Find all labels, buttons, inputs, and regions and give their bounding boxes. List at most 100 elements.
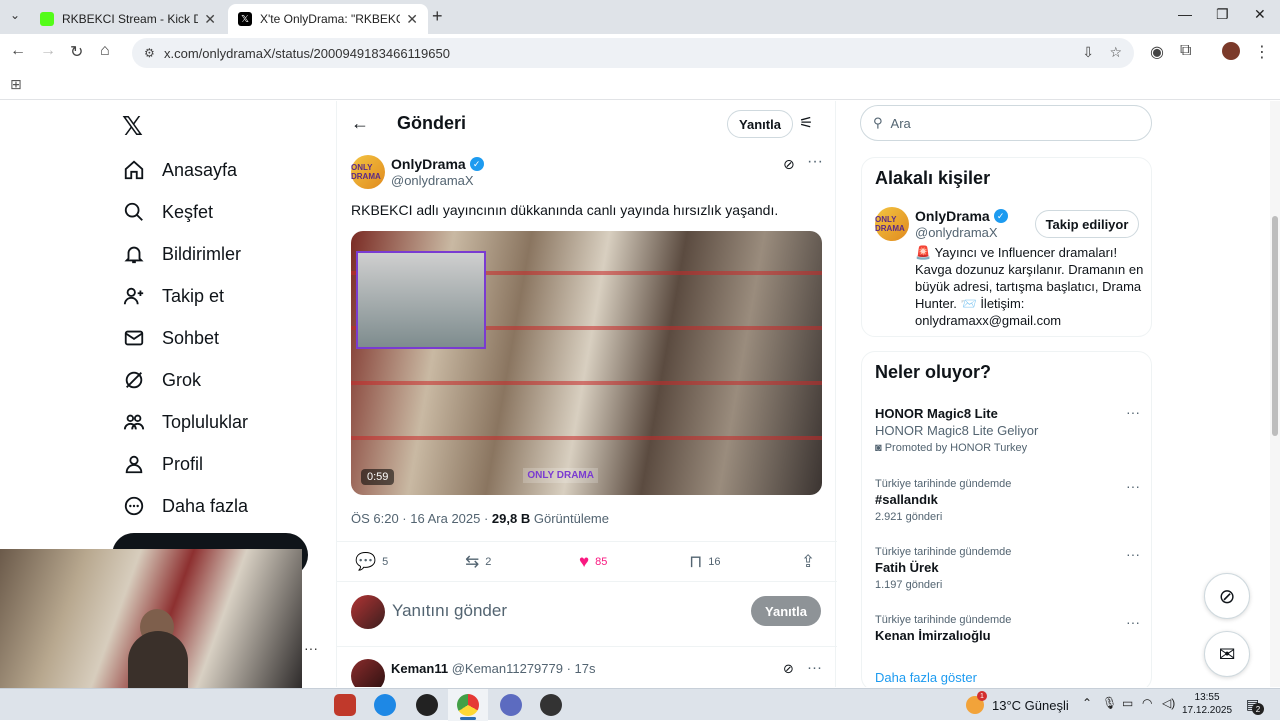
- nav-item-home[interactable]: Anasayfa: [122, 158, 237, 182]
- person-add-icon: [122, 284, 146, 308]
- more-options-icon[interactable]: ···: [304, 640, 318, 656]
- nav-item-explore[interactable]: Keşfet: [122, 200, 213, 224]
- nav-label: Bildirimler: [162, 243, 242, 264]
- reply-pill-button[interactable]: Yanıtla: [727, 110, 793, 138]
- person-name[interactable]: OnlyDrama ✓: [915, 208, 1008, 224]
- trend-name: HONOR Magic8 Lite: [875, 406, 998, 421]
- url-text[interactable]: x.com/onlydramaX/status/2000949183466119…: [164, 46, 450, 61]
- more-circle-icon: [122, 494, 146, 518]
- trend-item[interactable]: Türkiye tarihinde gündemde Kenan İmirzal…: [875, 614, 1140, 643]
- video-pip-overlay: [356, 251, 486, 349]
- filter-settings-icon[interactable]: ⚟: [799, 113, 813, 133]
- messages-floating-icon[interactable]: ✉: [1204, 631, 1250, 677]
- nav-item-communities[interactable]: Topluluklar: [122, 410, 248, 434]
- trend-item[interactable]: Türkiye tarihinde gündemde #sallandık 2.…: [875, 478, 1140, 523]
- trend-item[interactable]: Türkiye tarihinde gündemde Fatih Ürek 1.…: [875, 546, 1140, 591]
- discord-icon[interactable]: [500, 694, 522, 716]
- reply-input[interactable]: Yanıtını gönder: [392, 601, 507, 621]
- tab-x-post[interactable]: 𝕏 X'te OnlyDrama: "RKBEKCI adlı y ✕: [228, 4, 428, 34]
- more-options-icon[interactable]: ···: [1126, 614, 1140, 630]
- person-bio: 🚨 Yayıncı ve Influencer dramaları! Kavga…: [915, 245, 1144, 328]
- more-options-icon[interactable]: ···: [1126, 546, 1140, 562]
- nav-item-chat[interactable]: Sohbet: [122, 326, 219, 350]
- like-action[interactable]: ♥ 85: [579, 552, 607, 572]
- address-bar[interactable]: ⚙ x.com/onlydramaX/status/20009491834661…: [132, 38, 1134, 68]
- scrollbar-thumb[interactable]: [1272, 216, 1278, 436]
- search-input[interactable]: ⚲ Ara: [860, 105, 1152, 141]
- x-logo-icon[interactable]: 𝕏: [122, 111, 143, 142]
- author-avatar[interactable]: ONLY DRAMA: [351, 155, 385, 189]
- post-time[interactable]: ÖS 6:20 · 16 Ara 2025 ·: [351, 511, 492, 526]
- video-duration: 0:59: [361, 469, 395, 485]
- extension-icon[interactable]: ◉: [1150, 42, 1164, 62]
- edge-icon[interactable]: [374, 694, 396, 716]
- share-action[interactable]: ⇪: [801, 552, 821, 572]
- apps-grid-icon[interactable]: ⊞: [10, 76, 22, 93]
- trend-item[interactable]: HONOR Magic8 Lite HONOR Magic8 Lite Geli…: [875, 404, 1140, 454]
- repost-action[interactable]: ⇆ 2: [465, 552, 491, 572]
- bookmark-star-icon[interactable]: ☆: [1109, 44, 1122, 61]
- grok-explain-icon[interactable]: ⊘: [783, 156, 795, 173]
- show-more-link[interactable]: Daha fazla göster: [875, 670, 977, 685]
- profile-avatar[interactable]: [1222, 42, 1240, 60]
- more-options-icon[interactable]: ···: [807, 153, 823, 171]
- person-avatar[interactable]: ONLY DRAMA: [875, 207, 909, 241]
- home-icon[interactable]: ⌂: [100, 42, 110, 60]
- author-name[interactable]: OnlyDrama ✓: [391, 156, 484, 172]
- nav-item-more[interactable]: Daha fazla: [122, 494, 248, 518]
- app-icon[interactable]: [334, 694, 356, 716]
- volume-icon[interactable]: ◁): [1162, 696, 1175, 710]
- post-text: RKBEKCI adlı yayıncının dükkanında canlı…: [351, 202, 779, 218]
- battery-icon[interactable]: ▭: [1122, 696, 1133, 710]
- grok-explain-icon[interactable]: ⊘: [783, 661, 794, 677]
- nav-item-notifications[interactable]: Bildirimler: [122, 242, 241, 266]
- more-options-icon[interactable]: ···: [1126, 404, 1140, 420]
- close-icon[interactable]: ✕: [406, 11, 418, 28]
- author-handle[interactable]: @onlydramaX: [391, 173, 474, 188]
- microphone-icon[interactable]: 🎙: [1102, 696, 1117, 710]
- post-video[interactable]: ONLY DRAMA 0:59: [351, 231, 822, 495]
- tab-search-chevron-icon[interactable]: ⌄: [10, 8, 20, 22]
- divider: [337, 541, 837, 542]
- more-options-icon[interactable]: ···: [807, 659, 822, 676]
- following-button[interactable]: Takip ediliyor: [1035, 210, 1139, 238]
- reload-icon[interactable]: ↻: [70, 42, 83, 62]
- profile-icon: [122, 452, 146, 476]
- tray-chevron-icon[interactable]: ⌃: [1082, 696, 1092, 710]
- more-options-icon[interactable]: ···: [1126, 478, 1140, 494]
- close-icon[interactable]: ✕: [204, 11, 216, 28]
- person-handle[interactable]: @onlydramaX: [915, 225, 998, 240]
- reply-author[interactable]: Keman11 @Keman11279779 · 17s: [391, 661, 595, 676]
- site-info-icon[interactable]: ⚙: [144, 46, 160, 60]
- tab-kick-dashboard[interactable]: RKBEKCI Stream - Kick Dashboa ✕: [30, 4, 226, 34]
- obs-icon[interactable]: [416, 694, 438, 716]
- bookmark-action[interactable]: ⊓ 16: [689, 552, 721, 572]
- reply-avatar[interactable]: [351, 659, 385, 687]
- reply-action[interactable]: 💬 5: [355, 552, 388, 572]
- install-app-icon[interactable]: ⇩: [1082, 44, 1094, 61]
- search-placeholder: Ara: [890, 115, 911, 131]
- back-icon[interactable]: ←: [10, 42, 26, 60]
- streamer-body: [128, 631, 188, 690]
- wifi-icon[interactable]: ◠: [1142, 696, 1152, 710]
- system-clock[interactable]: 13:55 17.12.2025: [1182, 691, 1232, 717]
- page-title: Gönderi: [397, 113, 467, 133]
- nav-item-profile[interactable]: Profil: [122, 452, 203, 476]
- minimize-icon[interactable]: —: [1178, 6, 1192, 22]
- trend-name: Fatih Ürek: [875, 560, 939, 575]
- reply-submit-button[interactable]: Yanıtla: [751, 596, 821, 626]
- app-icon[interactable]: [540, 694, 562, 716]
- new-tab-icon[interactable]: +: [432, 6, 443, 27]
- maximize-icon[interactable]: ❐: [1216, 6, 1229, 23]
- extensions-puzzle-icon[interactable]: ⧉: [1180, 42, 1191, 60]
- bell-icon: [122, 242, 146, 266]
- menu-dots-icon[interactable]: ⋮: [1254, 42, 1270, 62]
- grok-floating-icon[interactable]: ⊘: [1204, 573, 1250, 619]
- forward-icon[interactable]: →: [40, 42, 56, 60]
- nav-item-grok[interactable]: Grok: [122, 368, 201, 392]
- close-window-icon[interactable]: ✕: [1254, 6, 1266, 23]
- page-scrollbar[interactable]: [1270, 101, 1280, 687]
- back-arrow-icon[interactable]: ←: [351, 113, 369, 134]
- nav-item-follow[interactable]: Takip et: [122, 284, 224, 308]
- chrome-icon[interactable]: [457, 694, 479, 716]
